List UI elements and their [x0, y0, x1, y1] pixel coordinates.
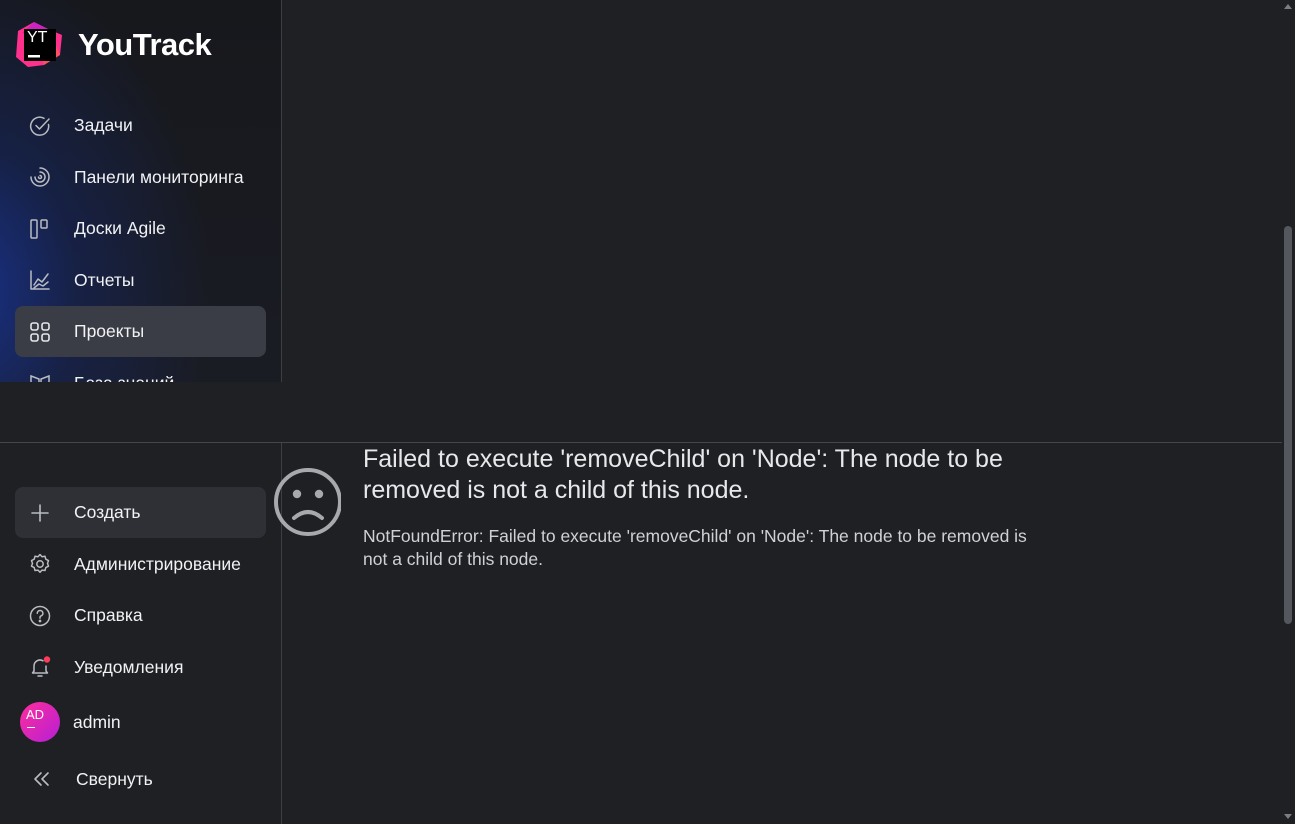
logo-mark-text: YT: [27, 29, 48, 46]
plus-icon: [28, 501, 52, 525]
gear-icon: [28, 552, 52, 576]
projects-grid-icon: [28, 320, 52, 344]
user-menu[interactable]: AD admin: [15, 693, 266, 751]
knowledge-base-icon: [28, 371, 52, 382]
collapse-sidebar-button[interactable]: Свернуть: [15, 751, 266, 807]
sidebar-item-administration[interactable]: Администрирование: [15, 539, 266, 590]
app-title: YouTrack: [78, 27, 212, 62]
agile-board-icon: [28, 217, 52, 241]
sidebar-item-issues[interactable]: Задачи: [15, 100, 266, 151]
sidebar-item-label: Отчеты: [74, 269, 135, 290]
page-scrollbar[interactable]: [1282, 0, 1295, 824]
sidebar-bottom: Создать Администрирование Справка Уведом…: [0, 443, 281, 824]
sidebar-item-dashboards[interactable]: Панели мониторинга: [15, 152, 266, 203]
scrollbar-thumb[interactable]: [1284, 226, 1292, 624]
sidebar-item-label: Панели мониторинга: [74, 166, 244, 187]
help-icon: [28, 604, 52, 628]
sidebar-item-knowledge-base[interactable]: База знаний: [15, 358, 266, 382]
sidebar-item-help[interactable]: Справка: [15, 590, 266, 641]
sidebar-item-label: Задачи: [74, 115, 133, 135]
sidebar-item-label: Уведомления: [74, 656, 184, 677]
youtrack-logo-icon: YT: [14, 19, 66, 71]
collapse-label: Свернуть: [76, 768, 153, 789]
scroll-up-icon[interactable]: [1284, 4, 1292, 9]
scroll-down-icon[interactable]: [1284, 814, 1292, 819]
dashboard-icon: [28, 165, 52, 189]
bell-icon: [28, 655, 52, 679]
create-button[interactable]: Создать: [15, 487, 266, 538]
app-logo[interactable]: YT YouTrack: [14, 19, 212, 71]
sidebar-item-label: База знаний: [74, 373, 174, 382]
error-title: Failed to execute 'removeChild' on 'Node…: [363, 445, 1003, 504]
sidebar-item-agile-boards[interactable]: Доски Agile: [15, 203, 266, 254]
chevrons-left-icon: [29, 767, 53, 791]
sidebar-nav: Задачи Панели мониторинга Доски Agile От…: [15, 100, 266, 382]
sidebar-divider: [281, 0, 282, 382]
check-circle-icon: [28, 114, 52, 138]
sidebar-item-label: Справка: [74, 605, 143, 626]
reports-chart-icon: [28, 268, 52, 292]
sidebar-top: YT YouTrack Задачи Панели мониторинга До…: [0, 0, 281, 382]
error-detail: NotFoundError: Failed to execute 'remove…: [363, 526, 1027, 569]
sidebar-item-label: Проекты: [74, 321, 145, 342]
sidebar-item-projects[interactable]: Проекты: [15, 306, 266, 358]
sidebar-item-notifications[interactable]: Уведомления: [15, 642, 266, 693]
layout-gap: [0, 382, 1282, 442]
sidebar-item-label: Доски Agile: [74, 218, 166, 239]
sidebar-item-label: Администрирование: [74, 553, 241, 574]
avatar: AD: [20, 702, 60, 743]
sidebar-item-reports[interactable]: Отчеты: [15, 255, 266, 306]
avatar-initials: AD: [26, 707, 45, 723]
sidebar-bottom-nav: Создать Администрирование Справка Уведом…: [15, 487, 266, 807]
user-name: admin: [73, 711, 121, 732]
sad-face-icon: [245, 465, 341, 537]
create-label: Создать: [74, 502, 141, 522]
